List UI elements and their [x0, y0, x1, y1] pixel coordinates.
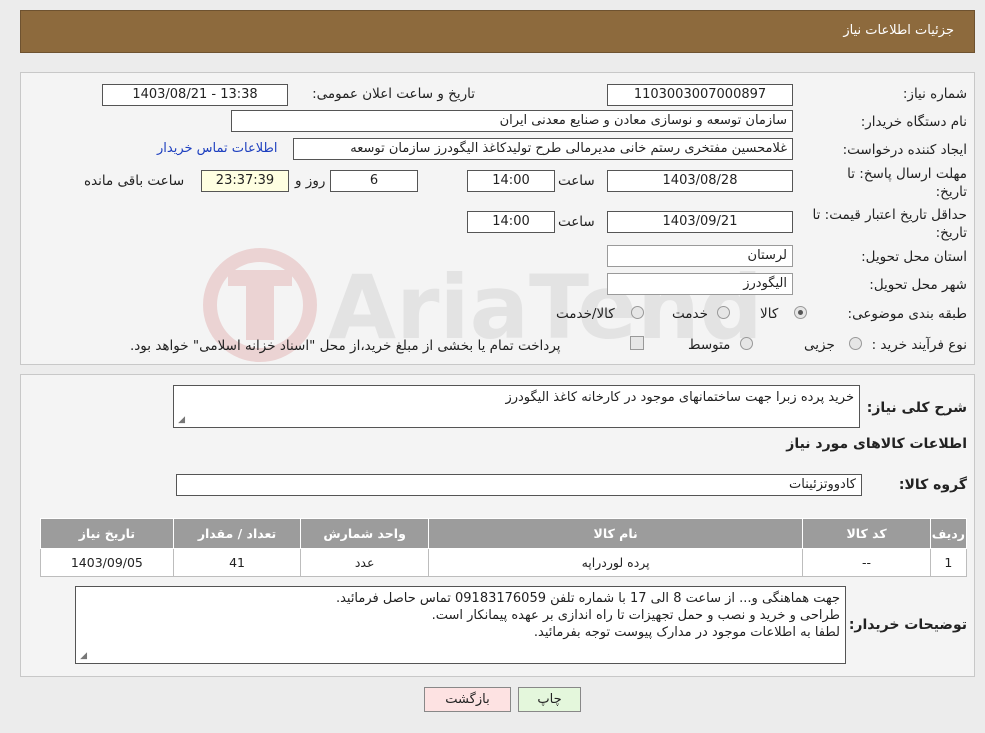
page-header: جزئیات اطلاعات نیاز: [20, 10, 975, 53]
buyer-note-line: لطفا به اطلاعات موجود در مدارک پیوست توج…: [533, 625, 840, 640]
purchase-type-label: نوع فرآیند خرید :: [871, 337, 967, 353]
remaining-days-field: 6: [330, 170, 418, 192]
deadline-time-label: ساعت: [558, 173, 595, 189]
goods-section-title: اطلاعات کالاهای مورد نیاز: [786, 436, 967, 452]
goods-group-field: کادووتزئینات: [176, 474, 862, 496]
remaining-label: ساعت باقی مانده: [84, 173, 185, 189]
resize-grip-icon[interactable]: ◢: [78, 652, 87, 661]
page-title: جزئیات اطلاعات نیاز: [843, 23, 954, 38]
cell-need-date: 1403/09/05: [40, 548, 174, 577]
col-quantity: تعداد / مقدار: [172, 518, 302, 549]
print-button[interactable]: چاپ: [518, 687, 581, 712]
validity-date-field: 1403/09/21: [607, 211, 793, 233]
cell-row-number: 1: [929, 548, 968, 577]
city-field: الیگودرز: [607, 273, 793, 295]
buyer-notes-textarea[interactable]: جهت هماهنگی و... از ساعت 8 الی 17 با شما…: [75, 586, 846, 664]
buyer-note-line: طراحی و خرید و نصب و حمل تجهیزات تا راه …: [431, 608, 840, 623]
purchase-option-minor: جزیی: [804, 337, 835, 353]
table-header-row: ردیف کد کالا نام کالا واحد شمارش تعداد /…: [40, 518, 968, 549]
col-need-date: تاریخ نیاز: [40, 518, 174, 549]
deadline-label-date: تاریخ:: [935, 184, 967, 200]
cell-item-code: --: [802, 548, 931, 577]
deadline-time-field: 14:00: [467, 170, 555, 192]
purchase-radio-minor[interactable]: [849, 337, 862, 350]
cell-item-name: پرده لوردراپه: [427, 548, 804, 577]
category-radio-goods[interactable]: [794, 306, 807, 319]
col-item-code: کد کالا: [802, 518, 931, 549]
buyer-contact-link[interactable]: اطلاعات تماس خریدار: [157, 141, 277, 156]
category-option-service: خدمت: [672, 306, 708, 322]
creator-label: ایجاد کننده درخواست:: [842, 142, 967, 158]
deadline-date-field: 1403/08/28: [607, 170, 793, 192]
summary-text: خرید پرده زبرا جهت ساختمانهای موجود در ک…: [505, 390, 854, 405]
validity-time-label: ساعت: [558, 214, 595, 230]
province-field: لرستان: [607, 245, 793, 267]
announce-label: تاریخ و ساعت اعلان عمومی:: [312, 86, 475, 102]
summary-label: شرح کلی نیاز:: [866, 400, 967, 416]
purchase-note: پرداخت تمام یا بخشی از مبلغ خرید،از محل …: [130, 338, 561, 354]
category-label: طبقه بندی موضوعی:: [847, 306, 967, 322]
deadline-label: مهلت ارسال پاسخ: تا: [847, 166, 967, 182]
items-table: ردیف کد کالا نام کالا واحد شمارش تعداد /…: [40, 518, 968, 577]
purchase-radio-medium[interactable]: [740, 337, 753, 350]
table-row: 1 -- پرده لوردراپه عدد 41 1403/09/05: [40, 548, 968, 577]
col-unit: واحد شمارش: [300, 518, 429, 549]
need-number-label: شماره نیاز:: [902, 86, 967, 102]
purchase-option-medium: متوسط: [688, 337, 731, 353]
buyer-org-label: نام دستگاه خریدار:: [860, 114, 967, 130]
buyer-org-field: سازمان توسعه و نوسازی معادن و صنایع معدن…: [231, 110, 793, 132]
goods-group-label: گروه کالا:: [898, 477, 967, 493]
province-label: استان محل تحویل:: [861, 249, 967, 265]
category-radio-goods-service[interactable]: [631, 306, 644, 319]
cell-unit: عدد: [300, 548, 429, 577]
summary-textarea[interactable]: خرید پرده زبرا جهت ساختمانهای موجود در ک…: [173, 385, 860, 428]
resize-grip-icon[interactable]: ◢: [176, 416, 185, 425]
category-option-goods-service: کالا/خدمت: [556, 306, 615, 322]
city-label: شهر محل تحویل:: [869, 277, 967, 293]
buyer-note-line: جهت هماهنگی و... از ساعت 8 الی 17 با شما…: [335, 591, 840, 606]
category-option-goods: کالا: [760, 306, 779, 322]
col-item-name: نام کالا: [427, 518, 804, 549]
validity-label: حداقل تاریخ اعتبار قیمت: تا: [812, 207, 967, 223]
remaining-time-field: 23:37:39: [201, 170, 289, 192]
announce-datetime-field: 1403/08/21 - 13:38: [102, 84, 288, 106]
buyer-notes-label: توضیحات خریدار:: [848, 617, 967, 633]
validity-label-date: تاریخ:: [935, 225, 967, 241]
category-radio-service[interactable]: [717, 306, 730, 319]
creator-field: غلامحسین مفتخری رستم خانی مدیرمالی طرح ت…: [293, 138, 793, 160]
need-number-field: 1103003007000897: [607, 84, 793, 106]
validity-time-field: 14:00: [467, 211, 555, 233]
treasury-checkbox[interactable]: [630, 336, 644, 350]
cell-quantity: 41: [172, 548, 302, 577]
days-label: روز و: [295, 173, 326, 189]
back-button[interactable]: بازگشت: [424, 687, 511, 712]
col-row-number: ردیف: [929, 518, 968, 549]
